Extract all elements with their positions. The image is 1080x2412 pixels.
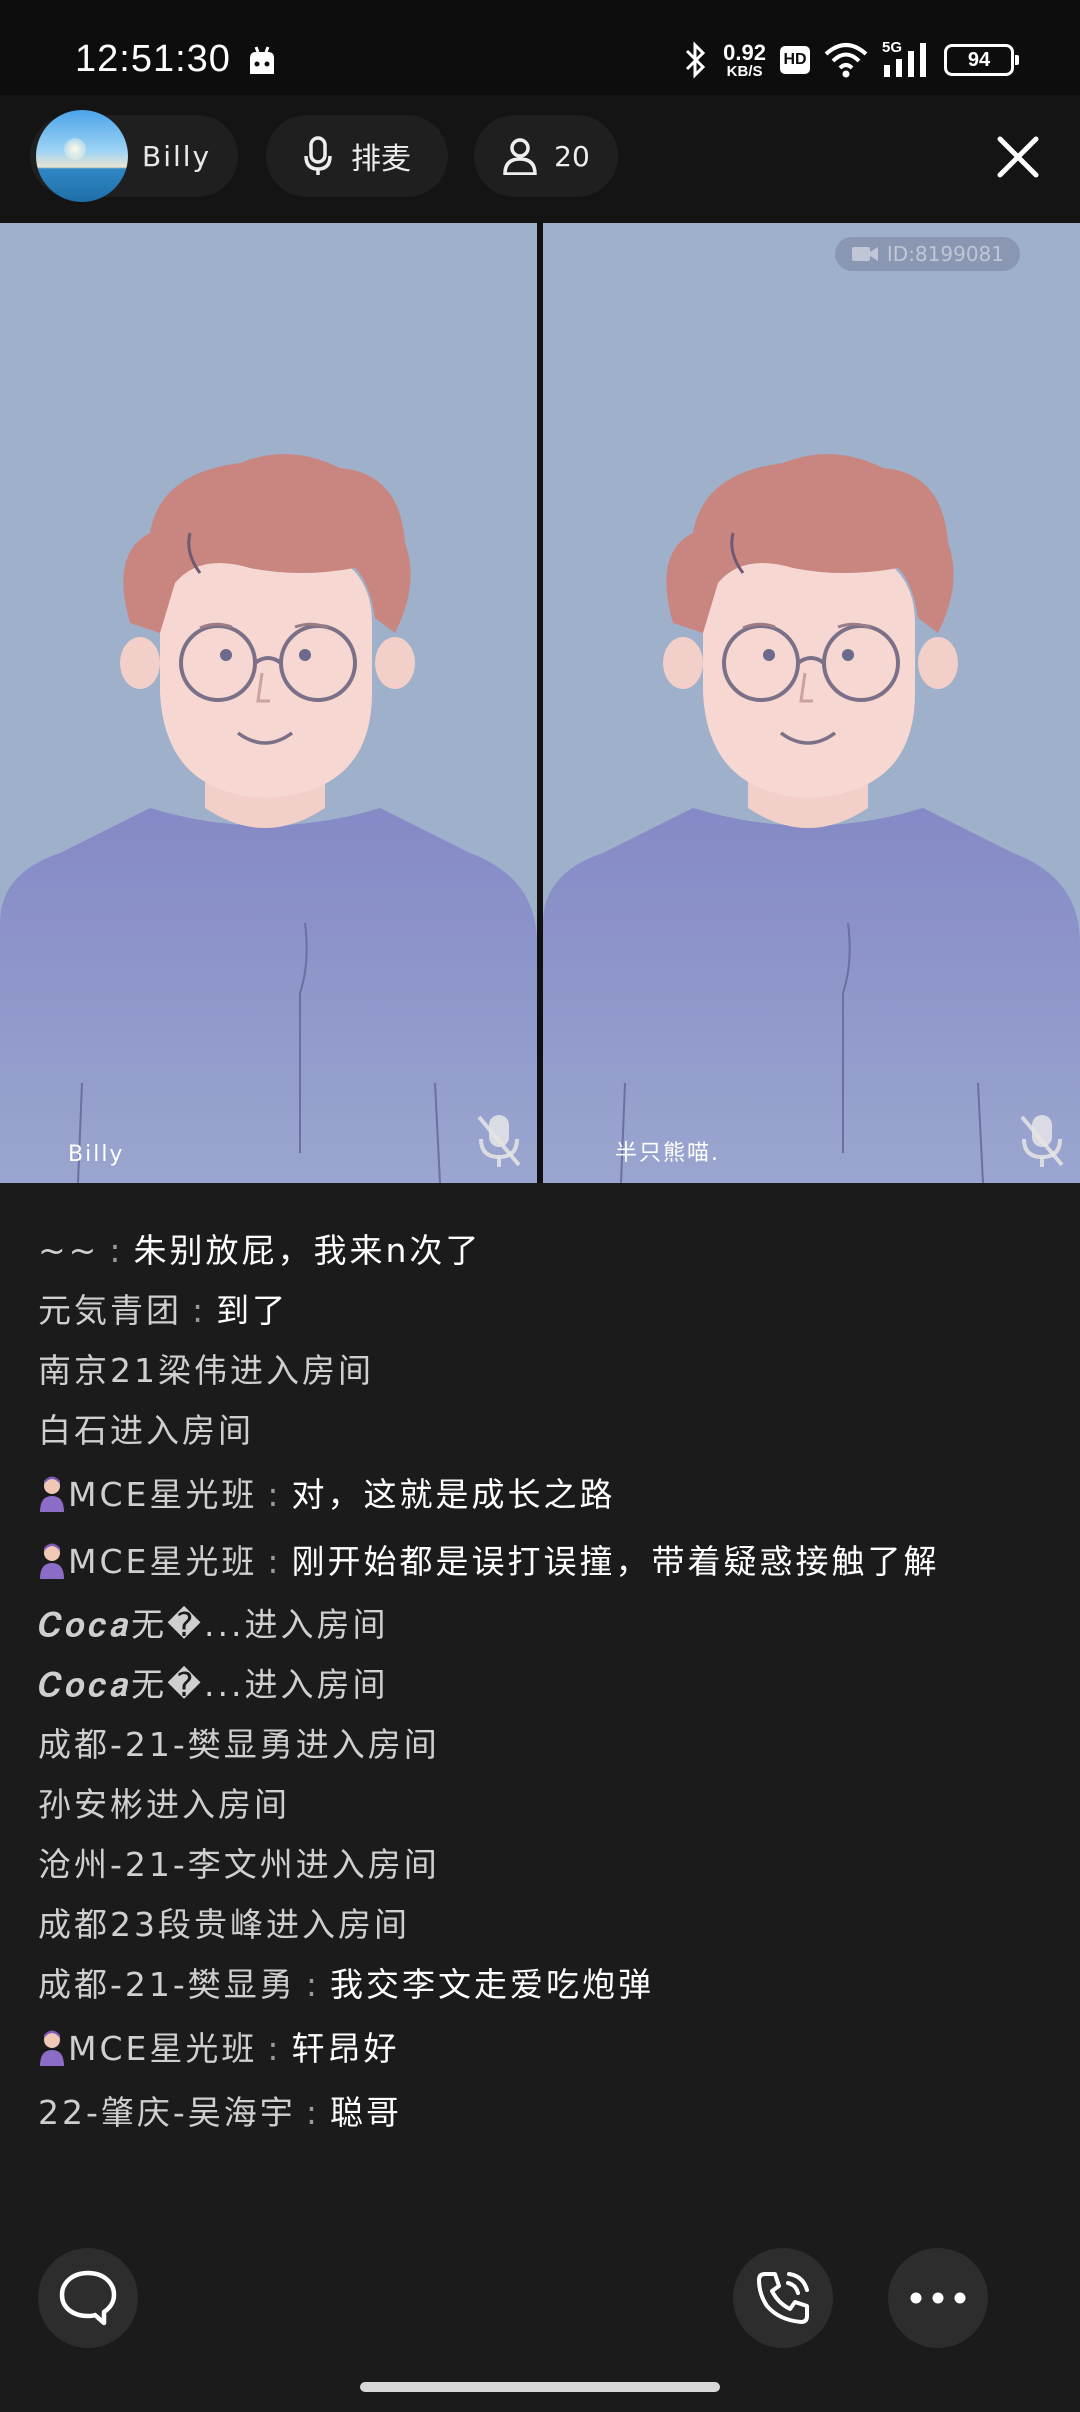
- join-notice-text: 孙安彬进入房间: [38, 1785, 290, 1824]
- cellular-signal: 5G: [882, 39, 930, 79]
- default-avatar-illustration: [543, 454, 1080, 1183]
- message-text: 对，这就是成长之路: [291, 1475, 616, 1514]
- bluetooth-icon: [686, 41, 706, 79]
- chat-message: MCE星光班: 对，这就是成长之路: [0, 1465, 1080, 1525]
- chat-message: 元気青团: 到了: [38, 1291, 289, 1330]
- hd-badge: HD: [780, 46, 810, 74]
- audience-count: 20: [554, 139, 590, 173]
- join-notice-text: 𝑪𝒐𝒄𝒂无�...进入房间: [38, 1665, 389, 1704]
- mic-queue-label: 排麦: [351, 142, 411, 177]
- chat-input-button[interactable]: [38, 2248, 138, 2348]
- user-badge-icon: [40, 1543, 64, 1579]
- network-speed: 0.92 KB/S: [723, 39, 766, 80]
- system-join-message: 孙安彬进入房间: [0, 1775, 1080, 1835]
- status-bar: 12:51:30 0.92 KB/S HD 5G 94: [0, 0, 1080, 95]
- wifi-icon: [824, 43, 868, 78]
- message-sender: 元気青团: [38, 1291, 182, 1330]
- room-header: Billy 排麦 20: [0, 95, 1080, 223]
- more-options-button[interactable]: [888, 2248, 988, 2348]
- join-notice-text: 成都23段贵峰进入房间: [38, 1905, 410, 1944]
- message-sender: MCE星光班: [68, 1542, 258, 1581]
- user-badge-icon: [40, 2030, 64, 2066]
- system-join-message: 成都-21-樊显勇进入房间: [0, 1715, 1080, 1775]
- room-id-text: ID:8199081: [886, 242, 1004, 266]
- join-notice-text: 成都-21-樊显勇进入房间: [38, 1725, 440, 1764]
- tile-name-host: Billy: [68, 1142, 125, 1167]
- message-text: 到了: [216, 1291, 289, 1330]
- phone-call-icon: [757, 2272, 809, 2324]
- video-grid: Billy ID:8199081 半只熊喵.: [0, 223, 1080, 1183]
- message-sender: ~~: [38, 1231, 100, 1270]
- chat-message: ~~: 朱别放屁，我来n次了: [38, 1231, 482, 1270]
- video-tile-host[interactable]: Billy: [0, 223, 537, 1183]
- default-avatar-illustration: [0, 454, 537, 1183]
- user-badge-icon: [40, 1476, 64, 1512]
- status-time: 12:51:30: [75, 38, 231, 80]
- mic-queue-button[interactable]: 排麦: [266, 115, 448, 197]
- system-join-message: 𝑪𝒐𝒄𝒂无�...进入房间: [0, 1655, 1080, 1715]
- home-indicator[interactable]: [360, 2382, 720, 2392]
- message-text: 轩昂好: [291, 2029, 400, 2068]
- message-text: 朱别放屁，我来n次了: [133, 1231, 482, 1270]
- host-avatar[interactable]: [36, 110, 128, 202]
- close-icon: [997, 136, 1039, 178]
- system-join-message: 成都23段贵峰进入房间: [0, 1895, 1080, 1955]
- host-info-pill[interactable]: Billy: [30, 110, 238, 202]
- chat-message: 22-肇庆-吴海宇: 聪哥: [38, 2093, 402, 2132]
- bottom-action-bar: [0, 2238, 1080, 2412]
- signal-bars-icon: [884, 43, 926, 77]
- person-icon: [503, 138, 537, 175]
- chat-message-list[interactable]: ~~: 朱别放屁，我来n次了 元気青团: 到了 南京21梁伟进入房间 白石进入房间 …: [0, 1183, 1080, 2238]
- host-name: Billy: [142, 139, 212, 173]
- system-join-message: 白石进入房间: [0, 1401, 1080, 1461]
- message-text: 我交李文走爱吃炮弹: [329, 1965, 654, 2004]
- more-dots-icon: [910, 2292, 966, 2304]
- chat-message: MCE星光班: 刚开始都是误打误撞，带着疑惑接触了解: [0, 1529, 1080, 1595]
- room-id-badge: ID:8199081: [834, 237, 1020, 271]
- message-text: 聪哥: [329, 2093, 402, 2132]
- video-tile-guest[interactable]: ID:8199081 半只熊喵.: [543, 223, 1080, 1183]
- microphone-icon: [304, 136, 332, 175]
- join-notice-text: 沧州-21-李文州进入房间: [38, 1845, 440, 1884]
- system-join-message: 南京21梁伟进入房间: [0, 1341, 1080, 1401]
- join-notice-text: 𝑪𝒐𝒄𝒂无�...进入房间: [38, 1605, 389, 1644]
- message-sender: 成都-21-樊显勇: [38, 1965, 296, 2004]
- chat-message: MCE星光班: 轩昂好: [0, 2019, 1080, 2079]
- system-join-message: 𝑪𝒐𝒄𝒂无�...进入房间: [0, 1595, 1080, 1655]
- video-camera-icon: [851, 247, 878, 261]
- speech-bubble-icon: [59, 2270, 117, 2326]
- system-join-message: 沧州-21-李文州进入房间: [0, 1835, 1080, 1895]
- call-button[interactable]: [733, 2248, 833, 2348]
- join-notice-text: 白石进入房间: [38, 1411, 254, 1450]
- audience-count-button[interactable]: 20: [474, 115, 618, 197]
- tile-name-guest: 半只熊喵.: [615, 1141, 720, 1166]
- message-sender: MCE星光班: [68, 1475, 258, 1514]
- mic-muted-icon: [477, 1115, 521, 1167]
- message-sender: MCE星光班: [68, 2029, 258, 2068]
- chat-message: 成都-21-樊显勇: 我交李文走爱吃炮弹: [38, 1965, 654, 2004]
- battery-indicator: 94: [944, 44, 1019, 76]
- join-notice-text: 南京21梁伟进入房间: [38, 1351, 374, 1390]
- message-sender: 22-肇庆-吴海宇: [38, 2093, 296, 2132]
- close-room-button[interactable]: [986, 125, 1050, 189]
- app-notification-icon: [250, 46, 274, 74]
- mic-muted-icon: [1020, 1115, 1064, 1167]
- message-text: 刚开始都是误打误撞，带着疑惑接触了解: [291, 1542, 940, 1581]
